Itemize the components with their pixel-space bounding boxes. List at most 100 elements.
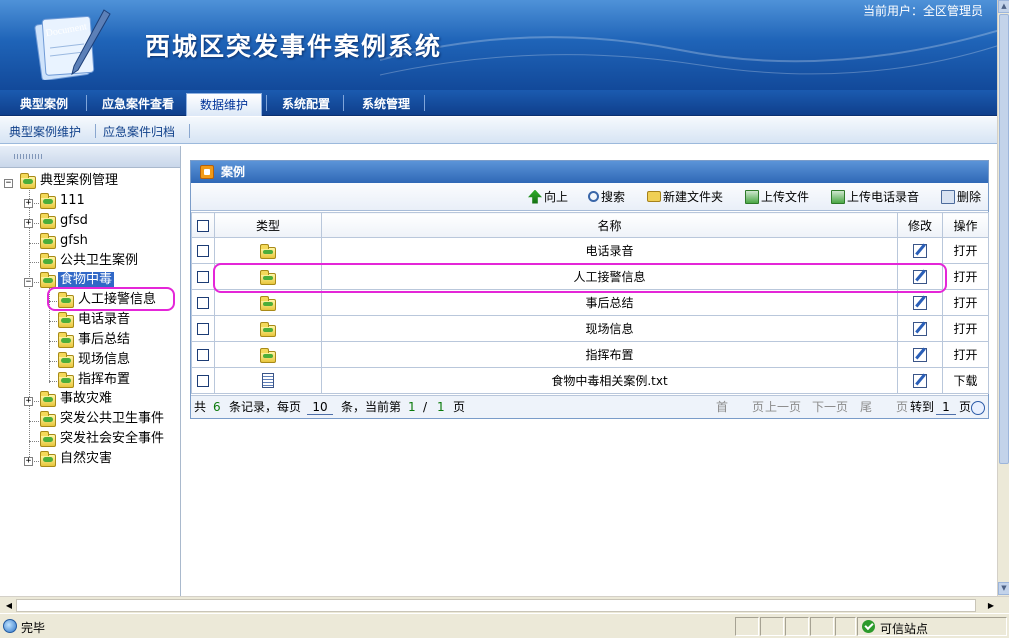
- tab-system-management[interactable]: 系统管理: [348, 93, 424, 116]
- row-checkbox[interactable]: [197, 271, 209, 283]
- table-header-row: 类型 名称 修改 操作: [191, 212, 989, 238]
- vertical-scrollbar[interactable]: ▲ ▼: [997, 0, 1009, 596]
- delete-label: 删除: [957, 190, 982, 204]
- header-banner: Document 西城区突发事件案例系统 当前用户：全区管理员: [0, 0, 997, 90]
- scroll-down-arrow-icon[interactable]: ▼: [998, 582, 1009, 595]
- goto-label: 转到: [910, 400, 935, 414]
- tree-node-111[interactable]: 111: [60, 192, 85, 210]
- row-action-open[interactable]: 打开: [942, 289, 989, 316]
- edit-icon[interactable]: [913, 347, 927, 362]
- tree-node-public-health-event[interactable]: 突发公共卫生事件: [60, 410, 164, 428]
- tab-typical-cases[interactable]: 典型案例: [8, 93, 80, 116]
- tree-root-typical-case-management[interactable]: 典型案例管理: [40, 172, 118, 190]
- tree-node-phone-recording[interactable]: 电话录音: [78, 311, 130, 329]
- tree-connector: [29, 187, 30, 461]
- goto-unit: 页: [959, 400, 972, 414]
- folder-icon: [40, 193, 56, 209]
- tree-node-command-deploy[interactable]: 指挥布置: [78, 371, 130, 389]
- search-button[interactable]: 搜索: [588, 188, 625, 206]
- tab-emergency-view[interactable]: 应急案件查看: [92, 93, 184, 116]
- goto-page-input[interactable]: [936, 400, 956, 415]
- scroll-up-arrow-icon[interactable]: ▲: [998, 0, 1009, 13]
- tree-node-accident-disaster[interactable]: 事故灾难: [60, 390, 112, 408]
- row-name[interactable]: 指挥布置: [321, 341, 898, 368]
- row-action-open[interactable]: 打开: [942, 263, 989, 290]
- collapse-toggle-icon[interactable]: −: [24, 278, 33, 287]
- table-row: 现场信息 打开: [191, 315, 989, 342]
- horizontal-scrollbar[interactable]: ◀ ▶: [0, 596, 1009, 613]
- upload-file-button[interactable]: 上传文件: [745, 188, 809, 206]
- tree-node-manual-alarm-info[interactable]: 人工接警信息: [78, 291, 156, 309]
- status-text: 完毕: [21, 621, 46, 635]
- horizontal-scroll-thumb[interactable]: [16, 599, 976, 612]
- edit-icon[interactable]: [913, 321, 927, 336]
- row-checkbox[interactable]: [197, 323, 209, 335]
- subnav-case-maintenance[interactable]: 典型案例维护: [9, 123, 81, 140]
- row-checkbox[interactable]: [197, 375, 209, 387]
- first-page-link[interactable]: 首 页: [716, 396, 764, 419]
- edit-icon[interactable]: [913, 295, 927, 310]
- next-page-link[interactable]: 下一页: [812, 396, 848, 419]
- tree-node-gfsd[interactable]: gfsd: [60, 212, 88, 230]
- pager-total-count: 6: [213, 400, 221, 414]
- tree-node-social-security-event[interactable]: 突发社会安全事件: [60, 430, 164, 448]
- sidebar-grip[interactable]: [0, 146, 180, 168]
- tab-data-maintenance[interactable]: 数据维护: [186, 93, 262, 116]
- delete-button[interactable]: 删除: [941, 188, 981, 206]
- folder-icon: [58, 372, 74, 388]
- case-table: 类型 名称 修改 操作 电话录音 打开 人工接警信息 打开 事后总结 打开 现场…: [191, 212, 989, 394]
- prev-page-link[interactable]: 上一页: [765, 396, 801, 419]
- row-name[interactable]: 人工接警信息: [321, 263, 898, 290]
- page-size-input[interactable]: [307, 400, 333, 415]
- row-name[interactable]: 事后总结: [321, 289, 898, 316]
- expand-toggle-icon[interactable]: +: [24, 199, 33, 208]
- select-all-checkbox[interactable]: [197, 219, 209, 232]
- new-folder-button[interactable]: 新建文件夹: [647, 188, 723, 206]
- expand-toggle-icon[interactable]: +: [24, 219, 33, 228]
- tree-node-public-health[interactable]: 公共卫生案例: [60, 252, 138, 270]
- main-nav: 典型案例 应急案件查看 数据维护 系统配置 系统管理: [0, 90, 997, 116]
- row-name[interactable]: 食物中毒相关案例.txt: [321, 367, 898, 394]
- edit-icon[interactable]: [913, 373, 927, 388]
- row-action-open[interactable]: 打开: [942, 237, 989, 264]
- nav-separator: [266, 95, 267, 111]
- row-name[interactable]: 电话录音: [321, 237, 898, 264]
- nav-separator: [424, 95, 425, 111]
- go-arrow-icon[interactable]: [971, 401, 985, 415]
- tab-system-config[interactable]: 系统配置: [270, 93, 342, 116]
- row-edit-cell: [897, 315, 943, 342]
- folder-icon: [58, 312, 74, 328]
- up-button[interactable]: 向上: [528, 188, 568, 206]
- edit-icon[interactable]: [913, 269, 927, 284]
- tree-node-site-info[interactable]: 现场信息: [78, 351, 130, 369]
- row-checkbox[interactable]: [197, 349, 209, 361]
- upload-recording-button[interactable]: 上传电话录音: [831, 188, 919, 206]
- scroll-right-arrow-icon[interactable]: ▶: [984, 599, 998, 612]
- tree-node-food-poisoning[interactable]: 食物中毒: [58, 271, 115, 289]
- upload-recording-label: 上传电话录音: [847, 190, 920, 204]
- row-action-open[interactable]: 打开: [942, 315, 989, 342]
- row-edit-cell: [897, 237, 943, 264]
- edit-icon[interactable]: [913, 243, 927, 258]
- row-select-cell: [191, 341, 215, 368]
- document-logo-icon: Document: [34, 9, 111, 80]
- row-checkbox[interactable]: [197, 297, 209, 309]
- expand-toggle-icon[interactable]: +: [24, 397, 33, 406]
- folder-icon: [58, 352, 74, 368]
- scroll-left-arrow-icon[interactable]: ◀: [2, 599, 16, 612]
- collapse-toggle-icon[interactable]: −: [4, 179, 13, 188]
- last-page-link[interactable]: 尾 页: [860, 396, 908, 419]
- tree-node-gfsh[interactable]: gfsh: [60, 232, 88, 250]
- status-cell: [735, 617, 759, 636]
- row-action-open[interactable]: 打开: [942, 341, 989, 368]
- row-name[interactable]: 现场信息: [321, 315, 898, 342]
- check-icon: [862, 620, 875, 633]
- tree-node-natural-disaster[interactable]: 自然灾害: [60, 450, 112, 468]
- row-checkbox[interactable]: [197, 245, 209, 257]
- browser-status-bar: 完毕 可信站点: [0, 613, 1009, 638]
- tree-node-post-summary[interactable]: 事后总结: [78, 331, 130, 349]
- expand-toggle-icon[interactable]: +: [24, 457, 33, 466]
- row-action-download[interactable]: 下载: [942, 367, 989, 394]
- subnav-case-archive[interactable]: 应急案件归档: [103, 123, 175, 140]
- scroll-thumb[interactable]: [999, 14, 1009, 464]
